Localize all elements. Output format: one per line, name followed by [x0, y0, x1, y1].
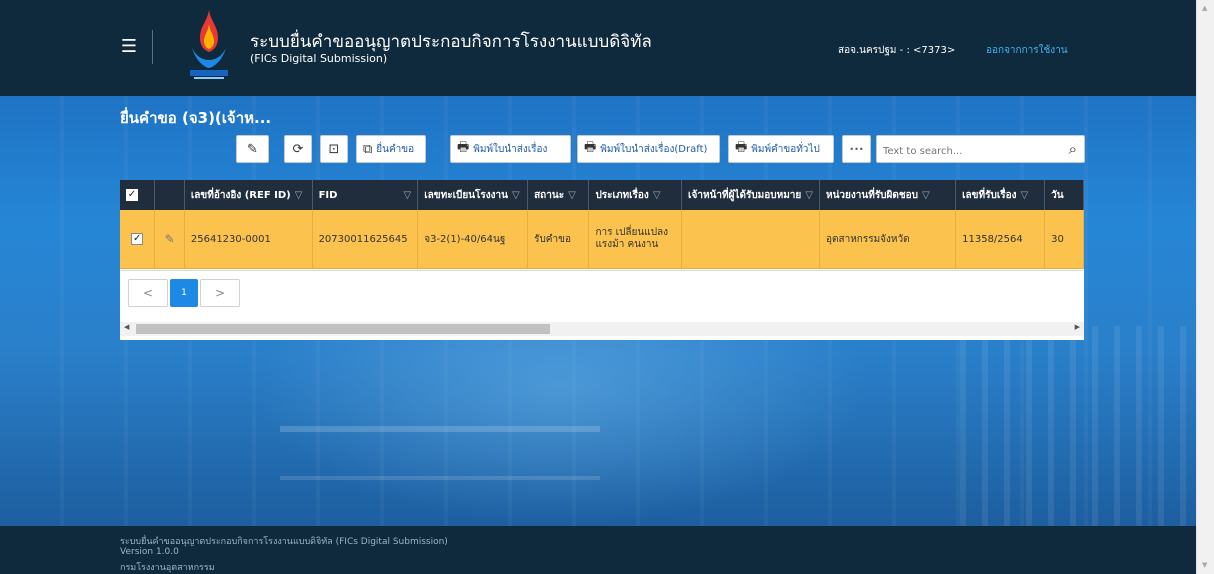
- filter-icon[interactable]: ▽: [568, 190, 576, 201]
- pencil-icon[interactable]: ✎: [165, 232, 175, 246]
- more-button[interactable]: •••: [842, 135, 871, 163]
- filter-icon[interactable]: ▽: [805, 190, 813, 201]
- column-header-status[interactable]: สถานะ ▽: [527, 180, 590, 210]
- print-dispatch-button[interactable]: 🖶 พิมพ์ใบนำส่งเรื่อง: [450, 135, 571, 163]
- vertical-scroll-thumb[interactable]: [1201, 18, 1209, 558]
- grid-table: ✓ เลขที่อ้างอิง (REF ID) ▽ FID ▽ เลขทะเบีย…: [120, 180, 1084, 269]
- horizontal-scrollbar[interactable]: ◀ ▶: [120, 322, 1084, 336]
- copy-icon: ⧉: [363, 141, 373, 157]
- data-grid: ✓ เลขที่อ้างอิง (REF ID) ▽ FID ▽ เลขทะเบีย…: [120, 180, 1084, 340]
- cell-status: รับคำขอ: [527, 210, 590, 269]
- print-dispatch-draft-button[interactable]: 🖶 พิมพ์ใบนำส่งเรื่อง(Draft): [577, 135, 720, 163]
- print-dispatch-draft-label: พิมพ์ใบนำส่งเรื่อง(Draft): [600, 143, 708, 155]
- cell-officer: [681, 210, 820, 269]
- submit-request-button[interactable]: ⧉ ยื่นคำขอ: [356, 135, 426, 163]
- grid-header-row: ✓ เลขที่อ้างอิง (REF ID) ▽ FID ▽ เลขทะเบีย…: [120, 180, 1084, 210]
- filter-icon[interactable]: ▽: [653, 190, 661, 201]
- row-edit-cell[interactable]: ✎: [154, 210, 185, 269]
- cell-factory-no: จ3-2(1)-40/64นฐ: [417, 210, 529, 269]
- filter-icon[interactable]: ▽: [295, 190, 303, 201]
- printer-icon: 🖶: [735, 140, 748, 155]
- scroll-left-icon[interactable]: ◀: [124, 323, 129, 331]
- cell-ref-id: 25641230-0001: [184, 210, 313, 269]
- horizontal-scroll-thumb[interactable]: [136, 324, 550, 334]
- background-decoration: [280, 476, 600, 480]
- footer-department: กรมโรงงานอุตสาหกรรม: [120, 563, 215, 573]
- app-title: ระบบยื่นคำขออนุญาตประกอบกิจการโรงงานแบบด…: [250, 32, 652, 52]
- row-checkbox[interactable]: ✓: [131, 233, 144, 245]
- filter-icon[interactable]: ▽: [512, 190, 520, 201]
- column-header-ref-id[interactable]: เลขที่อ้างอิง (REF ID) ▽: [184, 180, 313, 210]
- background-decoration: [280, 426, 600, 432]
- column-header-type[interactable]: ประเภทเรื่อง ▽: [588, 180, 683, 210]
- filter-icon[interactable]: ▽: [922, 190, 930, 201]
- pencil-icon: ✎: [247, 141, 258, 157]
- cell-receipt-no: 11358/2564: [955, 210, 1046, 269]
- app-subtitle: (FICs Digital Submission): [250, 52, 388, 65]
- page-1-button[interactable]: 1: [170, 279, 198, 307]
- footer-app-name: ระบบยื่นคำขออนุญาตประกอบกิจการโรงงานแบบด…: [120, 537, 448, 547]
- prev-page-button[interactable]: <: [128, 279, 168, 307]
- table-row[interactable]: ✓ ✎ 25641230-0001 20730011625645 จ3-2(1)…: [120, 210, 1084, 269]
- top-header: ☰ ระบบยื่นคำขออนุญาตประกอบกิจการโรงงานแบ…: [0, 0, 1196, 96]
- more-icon: •••: [849, 144, 864, 154]
- scroll-right-icon[interactable]: ▶: [1075, 323, 1080, 331]
- edit-column-header: [154, 180, 185, 210]
- background-decoration: [960, 326, 1196, 526]
- print-general-button[interactable]: 🖶 พิมพ์คำขอทั่วไป: [728, 135, 834, 163]
- department-logo-icon: [190, 10, 228, 79]
- next-page-button[interactable]: >: [200, 279, 240, 307]
- column-header-agency[interactable]: หน่วยงานที่รับผิดชอบ ▽: [819, 180, 957, 210]
- scroll-down-icon[interactable]: ▼: [1202, 561, 1207, 569]
- cell-agency: อุตสาหกรรมจังหวัด: [819, 210, 957, 269]
- unlock-button[interactable]: ⊡: [320, 135, 348, 163]
- print-dispatch-label: พิมพ์ใบนำส่งเรื่อง: [473, 143, 548, 155]
- header-divider: [152, 30, 153, 64]
- unlock-icon: ⊡: [328, 141, 340, 157]
- footer: ระบบยื่นคำขออนุญาตประกอบกิจการโรงงานแบบด…: [0, 526, 1196, 574]
- search-box: ⌕: [876, 135, 1085, 163]
- column-header-officer[interactable]: เจ้าหน้าที่ผู้ได้รับมอบหมาย ▽: [681, 180, 820, 210]
- pager: < 1 >: [120, 270, 1084, 317]
- edit-button[interactable]: ✎: [236, 135, 269, 163]
- select-all-cell[interactable]: ✓: [120, 180, 156, 210]
- printer-icon: 🖶: [584, 140, 597, 155]
- column-header-date[interactable]: วัน: [1044, 180, 1084, 210]
- select-all-checkbox[interactable]: ✓: [126, 189, 138, 201]
- app-frame: ☰ ระบบยื่นคำขออนุญาตประกอบกิจการโรงงานแบ…: [0, 0, 1196, 574]
- cell-date: 30: [1044, 210, 1084, 269]
- column-header-fid[interactable]: FID ▽: [312, 180, 419, 210]
- refresh-icon: ⟳: [292, 141, 304, 157]
- printer-icon: 🖶: [457, 140, 470, 155]
- column-header-receipt-no[interactable]: เลขที่รับเรื่อง ▽: [955, 180, 1046, 210]
- scroll-up-icon[interactable]: ▲: [1202, 4, 1207, 12]
- filter-icon[interactable]: ▽: [1021, 190, 1029, 201]
- cell-type: การ เปลี่ยนแปลง แรงม้า คนงาน: [588, 210, 683, 269]
- print-general-label: พิมพ์คำขอทั่วไป: [751, 143, 820, 155]
- vertical-scrollbar[interactable]: ▲ ▼: [1196, 0, 1214, 574]
- cell-fid: 20730011625645: [312, 210, 419, 269]
- hamburger-menu-icon[interactable]: ☰: [118, 36, 140, 58]
- column-header-factory-no[interactable]: เลขทะเบียนโรงงาน ▽: [417, 180, 529, 210]
- row-select-cell[interactable]: ✓: [120, 210, 156, 269]
- refresh-button[interactable]: ⟳: [284, 135, 312, 163]
- search-input[interactable]: [881, 141, 1055, 161]
- filter-icon[interactable]: ▽: [404, 190, 412, 201]
- search-icon[interactable]: ⌕: [1069, 140, 1077, 158]
- logout-link[interactable]: ออกจากการใช้งาน: [986, 43, 1068, 58]
- user-label: สอจ.นครปฐม - : <7373>: [838, 45, 956, 56]
- footer-version: Version 1.0.0: [120, 547, 179, 557]
- submit-request-label: ยื่นคำขอ: [376, 143, 415, 155]
- page-title: ยื่นคำขอ (จ3)(เจ้าห...: [120, 109, 272, 127]
